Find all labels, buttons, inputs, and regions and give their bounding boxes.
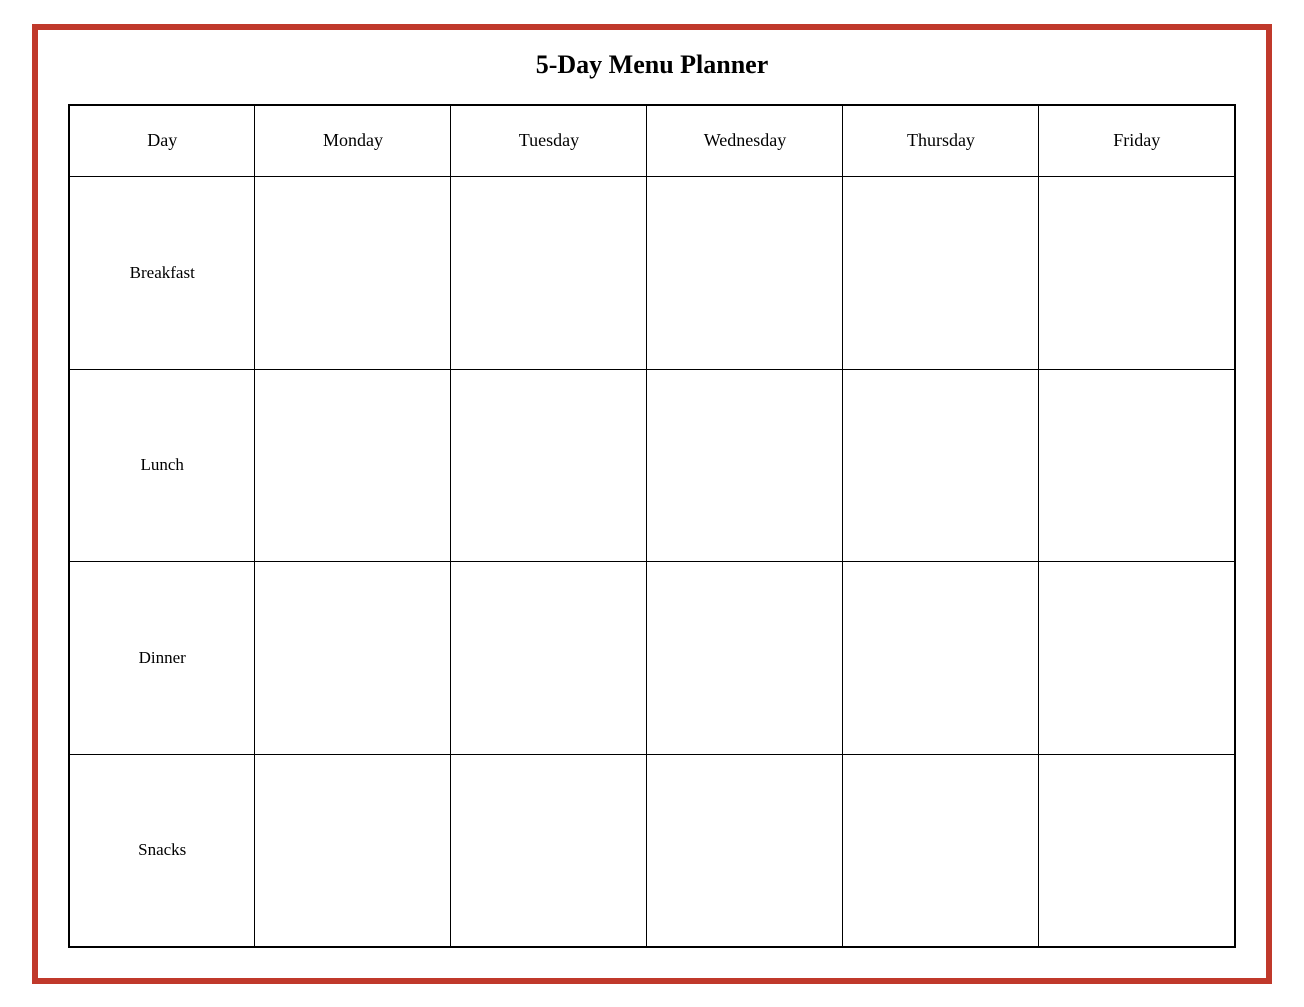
header-row: Day Monday Tuesday Wednesday Thursday Fr… — [69, 105, 1235, 177]
cell-lunch-thursday[interactable] — [843, 369, 1039, 562]
cell-breakfast-friday[interactable] — [1039, 177, 1235, 370]
meal-label-breakfast: Breakfast — [69, 177, 255, 370]
row-dinner: Dinner — [69, 562, 1235, 755]
cell-dinner-thursday[interactable] — [843, 562, 1039, 755]
cell-dinner-wednesday[interactable] — [647, 562, 843, 755]
cell-breakfast-thursday[interactable] — [843, 177, 1039, 370]
page-title: 5-Day Menu Planner — [536, 50, 769, 80]
page-container: 5-Day Menu Planner Day Monday Tuesday We… — [32, 24, 1272, 984]
row-breakfast: Breakfast — [69, 177, 1235, 370]
cell-snacks-tuesday[interactable] — [451, 754, 647, 947]
header-day: Day — [69, 105, 255, 177]
cell-snacks-monday[interactable] — [255, 754, 451, 947]
header-wednesday: Wednesday — [647, 105, 843, 177]
header-tuesday: Tuesday — [451, 105, 647, 177]
row-snacks: Snacks — [69, 754, 1235, 947]
cell-snacks-thursday[interactable] — [843, 754, 1039, 947]
row-lunch: Lunch — [69, 369, 1235, 562]
meal-label-snacks: Snacks — [69, 754, 255, 947]
cell-dinner-friday[interactable] — [1039, 562, 1235, 755]
cell-snacks-wednesday[interactable] — [647, 754, 843, 947]
cell-breakfast-monday[interactable] — [255, 177, 451, 370]
header-thursday: Thursday — [843, 105, 1039, 177]
cell-lunch-tuesday[interactable] — [451, 369, 647, 562]
cell-dinner-monday[interactable] — [255, 562, 451, 755]
cell-lunch-friday[interactable] — [1039, 369, 1235, 562]
header-friday: Friday — [1039, 105, 1235, 177]
cell-lunch-monday[interactable] — [255, 369, 451, 562]
meal-label-dinner: Dinner — [69, 562, 255, 755]
header-monday: Monday — [255, 105, 451, 177]
cell-snacks-friday[interactable] — [1039, 754, 1235, 947]
cell-lunch-wednesday[interactable] — [647, 369, 843, 562]
meal-label-lunch: Lunch — [69, 369, 255, 562]
cell-dinner-tuesday[interactable] — [451, 562, 647, 755]
planner-table: Day Monday Tuesday Wednesday Thursday Fr… — [68, 104, 1236, 948]
cell-breakfast-tuesday[interactable] — [451, 177, 647, 370]
cell-breakfast-wednesday[interactable] — [647, 177, 843, 370]
